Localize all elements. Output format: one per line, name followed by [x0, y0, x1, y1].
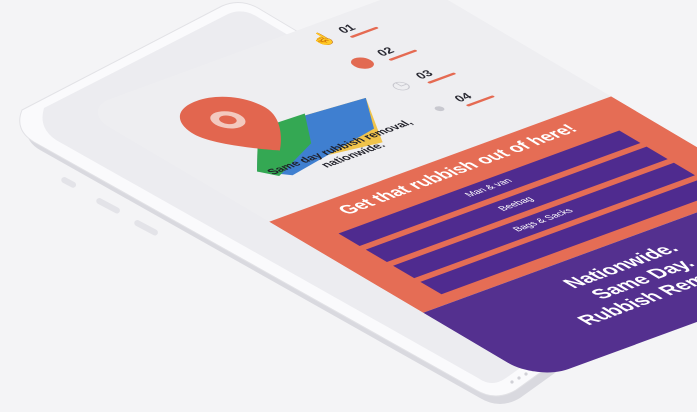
- person-pin-icon: ⬤: [343, 53, 380, 72]
- hand-icon: ☝: [303, 30, 342, 49]
- app-mockup: ☝ 01 ⬤ 02 ◷ 03 ● 04 Same day rubbish rem…: [0, 0, 697, 412]
- clock-icon: ◷: [384, 77, 416, 94]
